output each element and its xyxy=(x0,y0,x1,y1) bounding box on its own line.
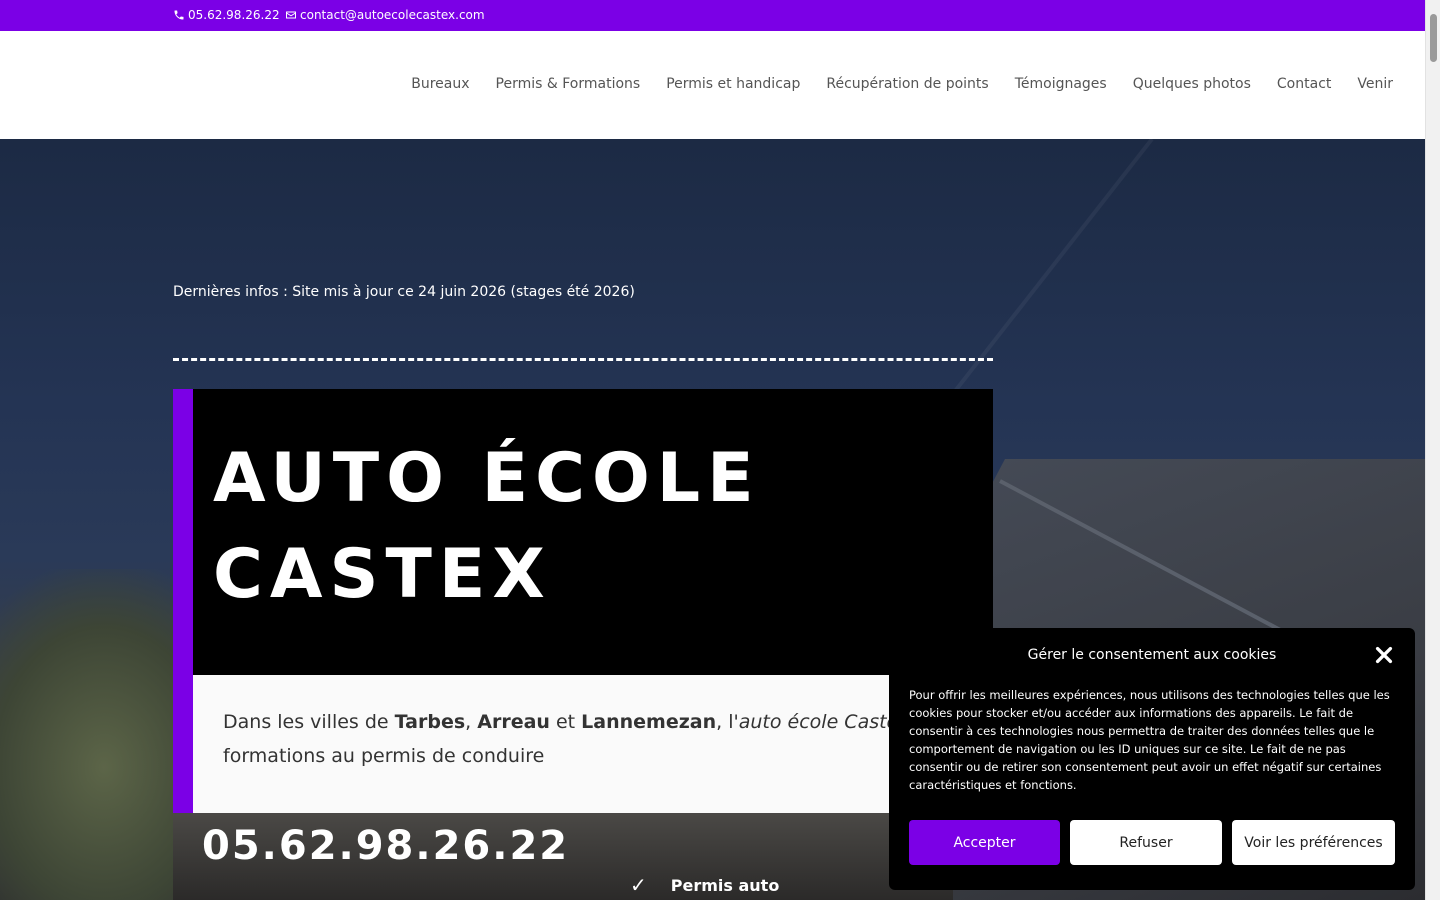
checkmark-icon: ✓ xyxy=(630,873,647,897)
preferences-button[interactable]: Voir les préférences xyxy=(1232,820,1395,865)
scrollbar-thumb[interactable] xyxy=(1430,14,1437,62)
description-text: Dans les villes de Tarbes, Arreau et Lan… xyxy=(223,705,983,773)
nav-item-venir[interactable]: Venir xyxy=(1357,76,1393,92)
nav-item-recuperation-points[interactable]: Récupération de points xyxy=(826,76,988,92)
dashed-divider xyxy=(173,358,993,361)
nav-item-contact[interactable]: Contact xyxy=(1277,76,1331,92)
desc-school-name: auto école Castex xyxy=(738,711,910,733)
envelope-icon xyxy=(286,11,296,19)
accept-button[interactable]: Accepter xyxy=(909,820,1060,865)
hero-phone[interactable]: 05.62.98.26.22 xyxy=(202,823,569,869)
desc-line-2: formations au permis de conduire xyxy=(223,745,545,767)
topbar-email[interactable]: contact@autoecolecastex.com xyxy=(285,8,485,22)
site-header: Bureaux Permis & Formations Permis et ha… xyxy=(0,31,1425,139)
desc-part: Dans les villes de xyxy=(223,711,395,733)
cookie-text: Pour offrir les meilleures expériences, … xyxy=(909,688,1390,792)
permis-auto-label: Permis auto xyxy=(670,875,780,895)
title-line-2: CASTEX xyxy=(213,535,552,614)
cookie-consent-modal: Gérer le consentement aux cookies Pour o… xyxy=(889,628,1415,890)
nav-item-temoignages[interactable]: Témoignages xyxy=(1015,76,1107,92)
title-line-1: AUTO ÉCOLE xyxy=(213,439,761,518)
desc-city-tarbes: Tarbes xyxy=(394,711,466,733)
top-bar: 05.62.98.26.22 contact@autoecolecastex.c… xyxy=(0,0,1425,31)
topbar-phone-text: 05.62.98.26.22 xyxy=(188,8,280,22)
cookie-title: Gérer le consentement aux cookies xyxy=(1027,647,1277,663)
desc-part: , xyxy=(465,711,478,733)
nav-item-permis-formations[interactable]: Permis & Formations xyxy=(496,76,641,92)
main-nav: Bureaux Permis & Formations Permis et ha… xyxy=(411,76,1393,92)
page-title: AUTO ÉCOLE CASTEX xyxy=(213,431,761,623)
permis-auto-item: ✓ Permis auto xyxy=(630,873,779,897)
description-box: Dans les villes de Tarbes, Arreau et Lan… xyxy=(173,675,993,813)
page-scrollbar[interactable] xyxy=(1425,0,1440,900)
close-icon[interactable] xyxy=(1373,644,1395,666)
desc-city-arreau: Arreau xyxy=(477,711,550,733)
topbar-phone[interactable]: 05.62.98.26.22 xyxy=(173,8,280,22)
topbar-email-text: contact@autoecolecastex.com xyxy=(300,8,485,22)
nav-item-permis-handicap[interactable]: Permis et handicap xyxy=(666,76,800,92)
phone-icon xyxy=(174,10,184,20)
nav-item-photos[interactable]: Quelques photos xyxy=(1133,76,1251,92)
title-box: AUTO ÉCOLE CASTEX xyxy=(173,389,993,675)
nav-item-bureaux[interactable]: Bureaux xyxy=(411,76,469,92)
desc-city-lannemezan: Lannemezan xyxy=(581,711,717,733)
desc-part: et xyxy=(549,711,582,733)
refuse-button[interactable]: Refuser xyxy=(1070,820,1222,865)
desc-part: , l' xyxy=(716,711,739,733)
latest-info: Dernières infos : Site mis à jour ce 24 … xyxy=(173,284,635,300)
